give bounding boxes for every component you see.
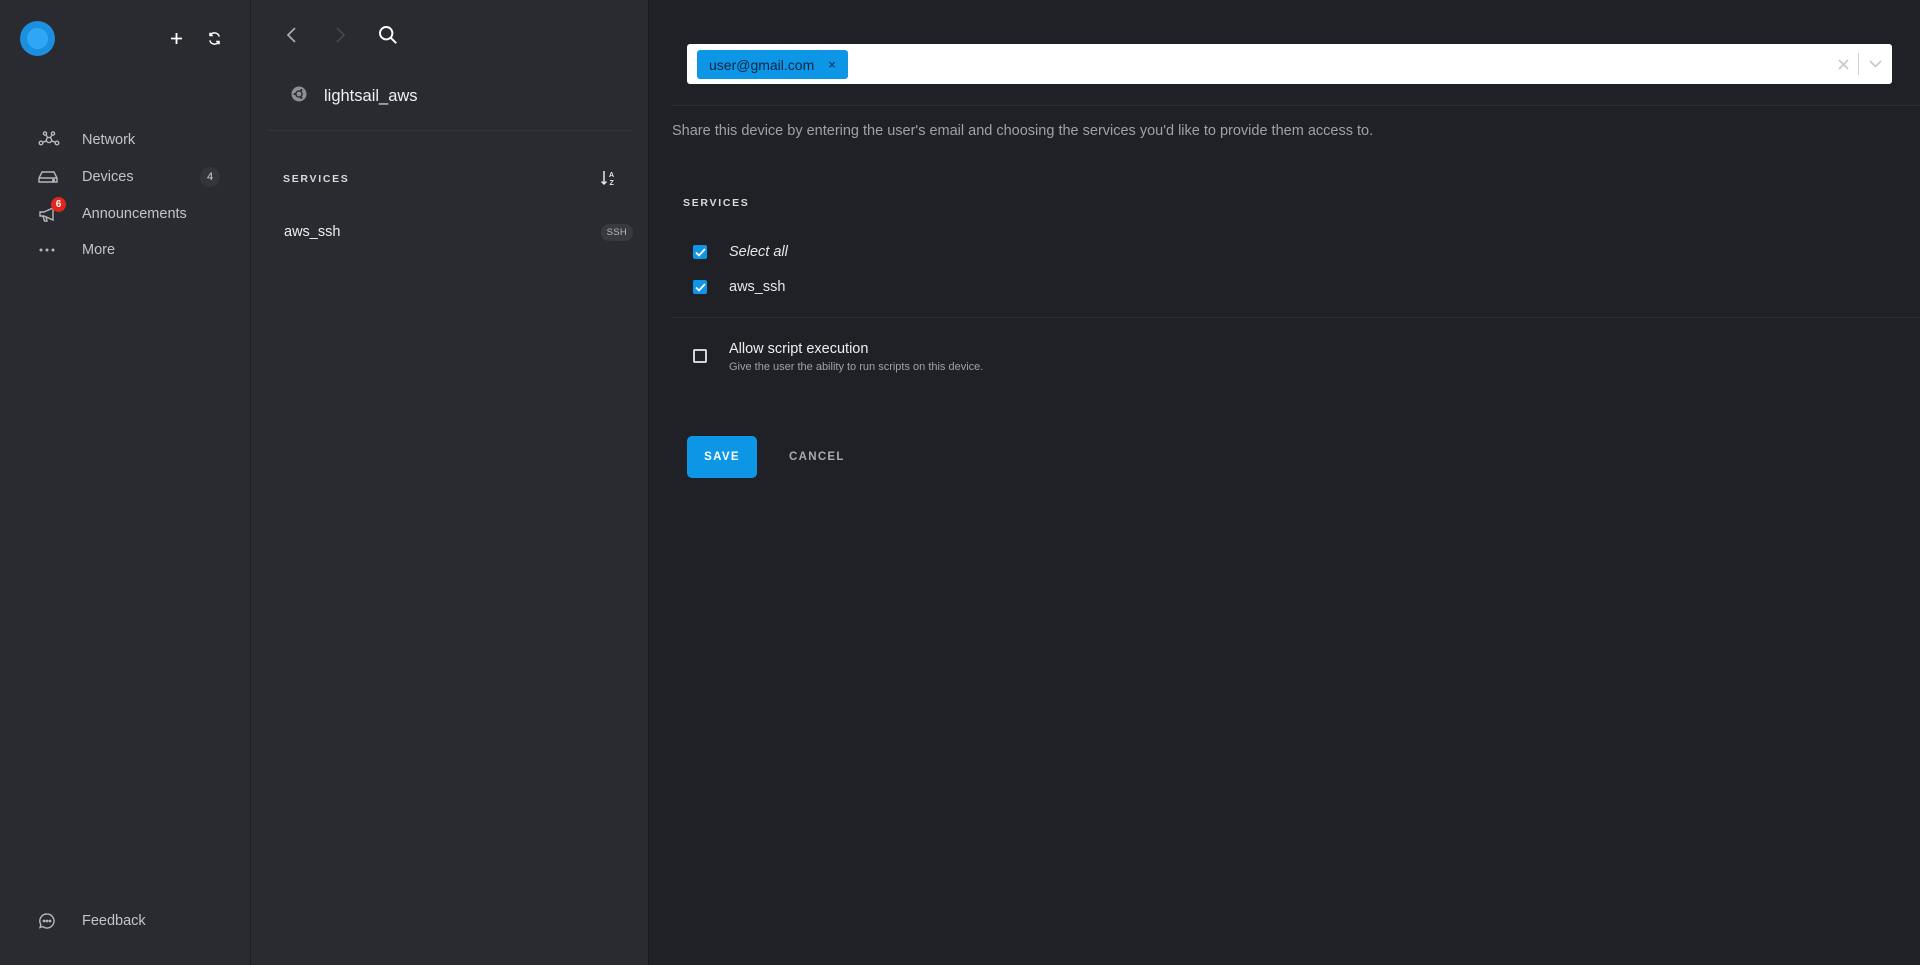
- svg-text:Z: Z: [610, 180, 615, 187]
- forward-icon: [336, 27, 346, 43]
- email-chip-remove[interactable]: ×: [828, 57, 836, 72]
- megaphone-icon: 6: [38, 197, 66, 224]
- email-chip-label: user@gmail.com: [709, 56, 815, 73]
- sidebar-item-devices[interactable]: Devices 4: [38, 162, 220, 192]
- dropdown-toggle[interactable]: [1866, 55, 1884, 73]
- allow-script-subtitle: Give the user the ability to run scripts…: [729, 361, 984, 373]
- logo-icon[interactable]: [20, 21, 55, 56]
- devices-count-badge: 4: [200, 167, 220, 187]
- add-button[interactable]: [165, 27, 187, 49]
- device-header: lightsail_aws: [291, 86, 418, 107]
- feedback-icon: [38, 911, 64, 931]
- more-icon: [38, 240, 64, 260]
- save-button[interactable]: SAVE: [687, 436, 757, 478]
- device-type-icon: [291, 86, 307, 107]
- back-button[interactable]: [279, 22, 305, 48]
- sidebar-item-network[interactable]: Network: [38, 125, 220, 155]
- forward-button[interactable]: [327, 22, 353, 48]
- device-panel: lightsail_aws SERVICES A Z aws_ssh SSH: [250, 0, 648, 965]
- chevron-down-icon: [1868, 60, 1882, 68]
- divider: [1858, 53, 1859, 75]
- sidebar-item-label: Announcements: [82, 206, 187, 222]
- allow-script-text: Allow script execution Give the user the…: [729, 341, 983, 373]
- refresh-icon: [208, 31, 220, 45]
- checkbox-icon: [693, 280, 707, 294]
- sidebar-item-announcements[interactable]: 6 Announcements: [38, 197, 220, 229]
- sidebar-item-more[interactable]: More: [38, 235, 220, 265]
- service-checkbox-label: aws_ssh: [729, 279, 786, 295]
- email-chip: user@gmail.com ×: [697, 50, 848, 79]
- select-all-label: Select all: [729, 244, 788, 260]
- sidebar-item-label: Network: [82, 132, 136, 148]
- email-input[interactable]: user@gmail.com ×: [687, 44, 1892, 84]
- announcements-badge: 6: [51, 197, 66, 212]
- sort-alpha-icon: A Z: [600, 171, 615, 187]
- search-icon: [379, 26, 397, 44]
- services-section-title: SERVICES: [283, 173, 350, 185]
- sidebar-item-label: More: [82, 242, 116, 258]
- feedback-button[interactable]: Feedback: [38, 906, 220, 936]
- sort-button[interactable]: A Z: [599, 168, 619, 188]
- clear-button[interactable]: [1834, 55, 1852, 73]
- device-name: lightsail_aws: [324, 87, 418, 105]
- sidebar-item-label: Devices: [82, 169, 134, 185]
- divider: [671, 105, 1920, 106]
- refresh-button[interactable]: [203, 27, 225, 49]
- services-section-title: SERVICES: [683, 197, 750, 209]
- network-icon: [38, 130, 64, 150]
- back-icon: [286, 27, 296, 43]
- clear-icon: [1837, 58, 1849, 70]
- svg-text:A: A: [609, 172, 614, 179]
- list-item[interactable]: aws_ssh SSH: [267, 218, 633, 246]
- share-panel: user@gmail.com × Share this device by en…: [648, 0, 1920, 965]
- service-type-chip: SSH: [600, 223, 633, 241]
- cancel-button[interactable]: CANCEL: [777, 436, 857, 478]
- service-checkbox-aws-ssh[interactable]: aws_ssh: [693, 279, 785, 295]
- checkbox-icon: [693, 349, 707, 363]
- divider: [671, 317, 1920, 318]
- plus-icon: [170, 32, 182, 44]
- checkbox-icon: [693, 245, 707, 259]
- allow-script-title: Allow script execution: [729, 341, 869, 357]
- divider: [267, 130, 632, 131]
- allow-script-checkbox[interactable]: Allow script execution Give the user the…: [693, 341, 983, 373]
- feedback-label: Feedback: [82, 913, 146, 929]
- share-description: Share this device by entering the user's…: [672, 123, 1374, 139]
- sidebar: Network Devices 4 6 Announcements More F…: [0, 0, 250, 965]
- select-all-checkbox[interactable]: Select all: [693, 244, 788, 260]
- devices-icon: [38, 167, 64, 187]
- search-button[interactable]: [375, 22, 401, 48]
- service-name: aws_ssh: [284, 224, 341, 240]
